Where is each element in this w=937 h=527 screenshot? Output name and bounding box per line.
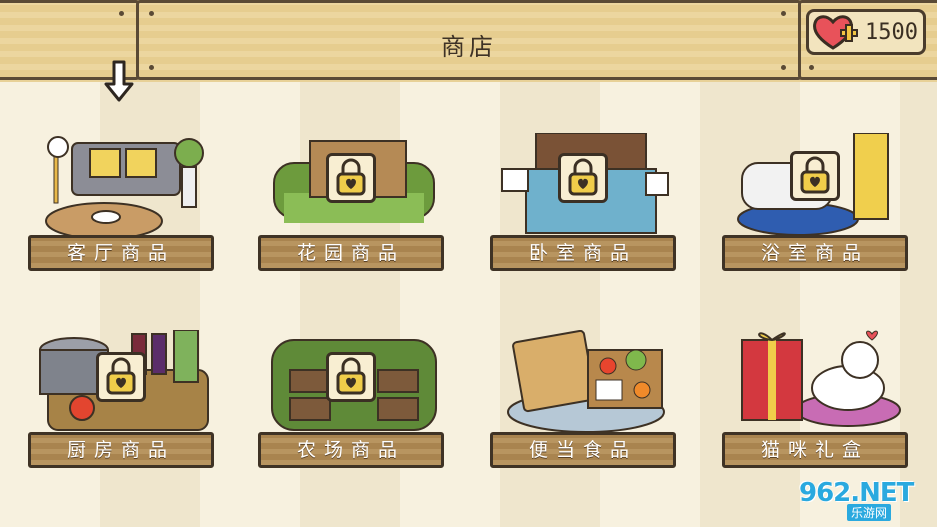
shop-item-label: 厨房商品: [28, 432, 214, 468]
shop-item-label: 农场商品: [258, 432, 444, 468]
shop-item-label: 浴室商品: [722, 235, 908, 271]
watermark-sub: 乐游网: [847, 504, 892, 521]
shop-item-garden[interactable]: 花园商品: [258, 133, 448, 293]
shop-item-bedroom[interactable]: 卧室商品: [490, 133, 680, 293]
lock-icon: [558, 153, 608, 203]
shop-item-kitchen[interactable]: 厨房商品: [28, 330, 218, 490]
cat-gift-scene-icon: [741, 330, 901, 427]
shop-item-bathroom[interactable]: 浴室商品: [722, 133, 912, 293]
lock-icon: [96, 352, 146, 402]
lock-icon: [326, 153, 376, 203]
top-bar: 商店 1500: [0, 0, 937, 82]
pointer-arrow-icon: [104, 60, 134, 102]
currency-display[interactable]: 1500: [806, 9, 926, 55]
title-plank: 商店: [136, 0, 802, 80]
shop-item-farm[interactable]: 农场商品: [258, 330, 448, 490]
shop-item-label: 便当食品: [490, 432, 676, 468]
bento-scene-icon: [507, 330, 665, 433]
page-title: 商店: [441, 33, 497, 61]
lock-icon: [790, 151, 840, 201]
watermark-logo: 962.NET 乐游网: [799, 478, 929, 522]
shop-item-living-room[interactable]: 客厅商品: [28, 133, 218, 293]
lock-icon: [326, 352, 376, 402]
currency-amount: 1500: [865, 20, 918, 45]
shop-item-label: 客厅商品: [28, 235, 214, 271]
living-room-scene-icon: [45, 136, 204, 240]
shop-item-label: 卧室商品: [490, 235, 676, 271]
shop-item-label: 花园商品: [258, 235, 444, 271]
heart-plus-icon: [813, 15, 858, 50]
shop-item-bento[interactable]: 便当食品: [490, 330, 680, 490]
shop-item-label: 猫咪礼盒: [722, 432, 908, 468]
shop-item-cat-gift[interactable]: 猫咪礼盒: [722, 330, 912, 490]
